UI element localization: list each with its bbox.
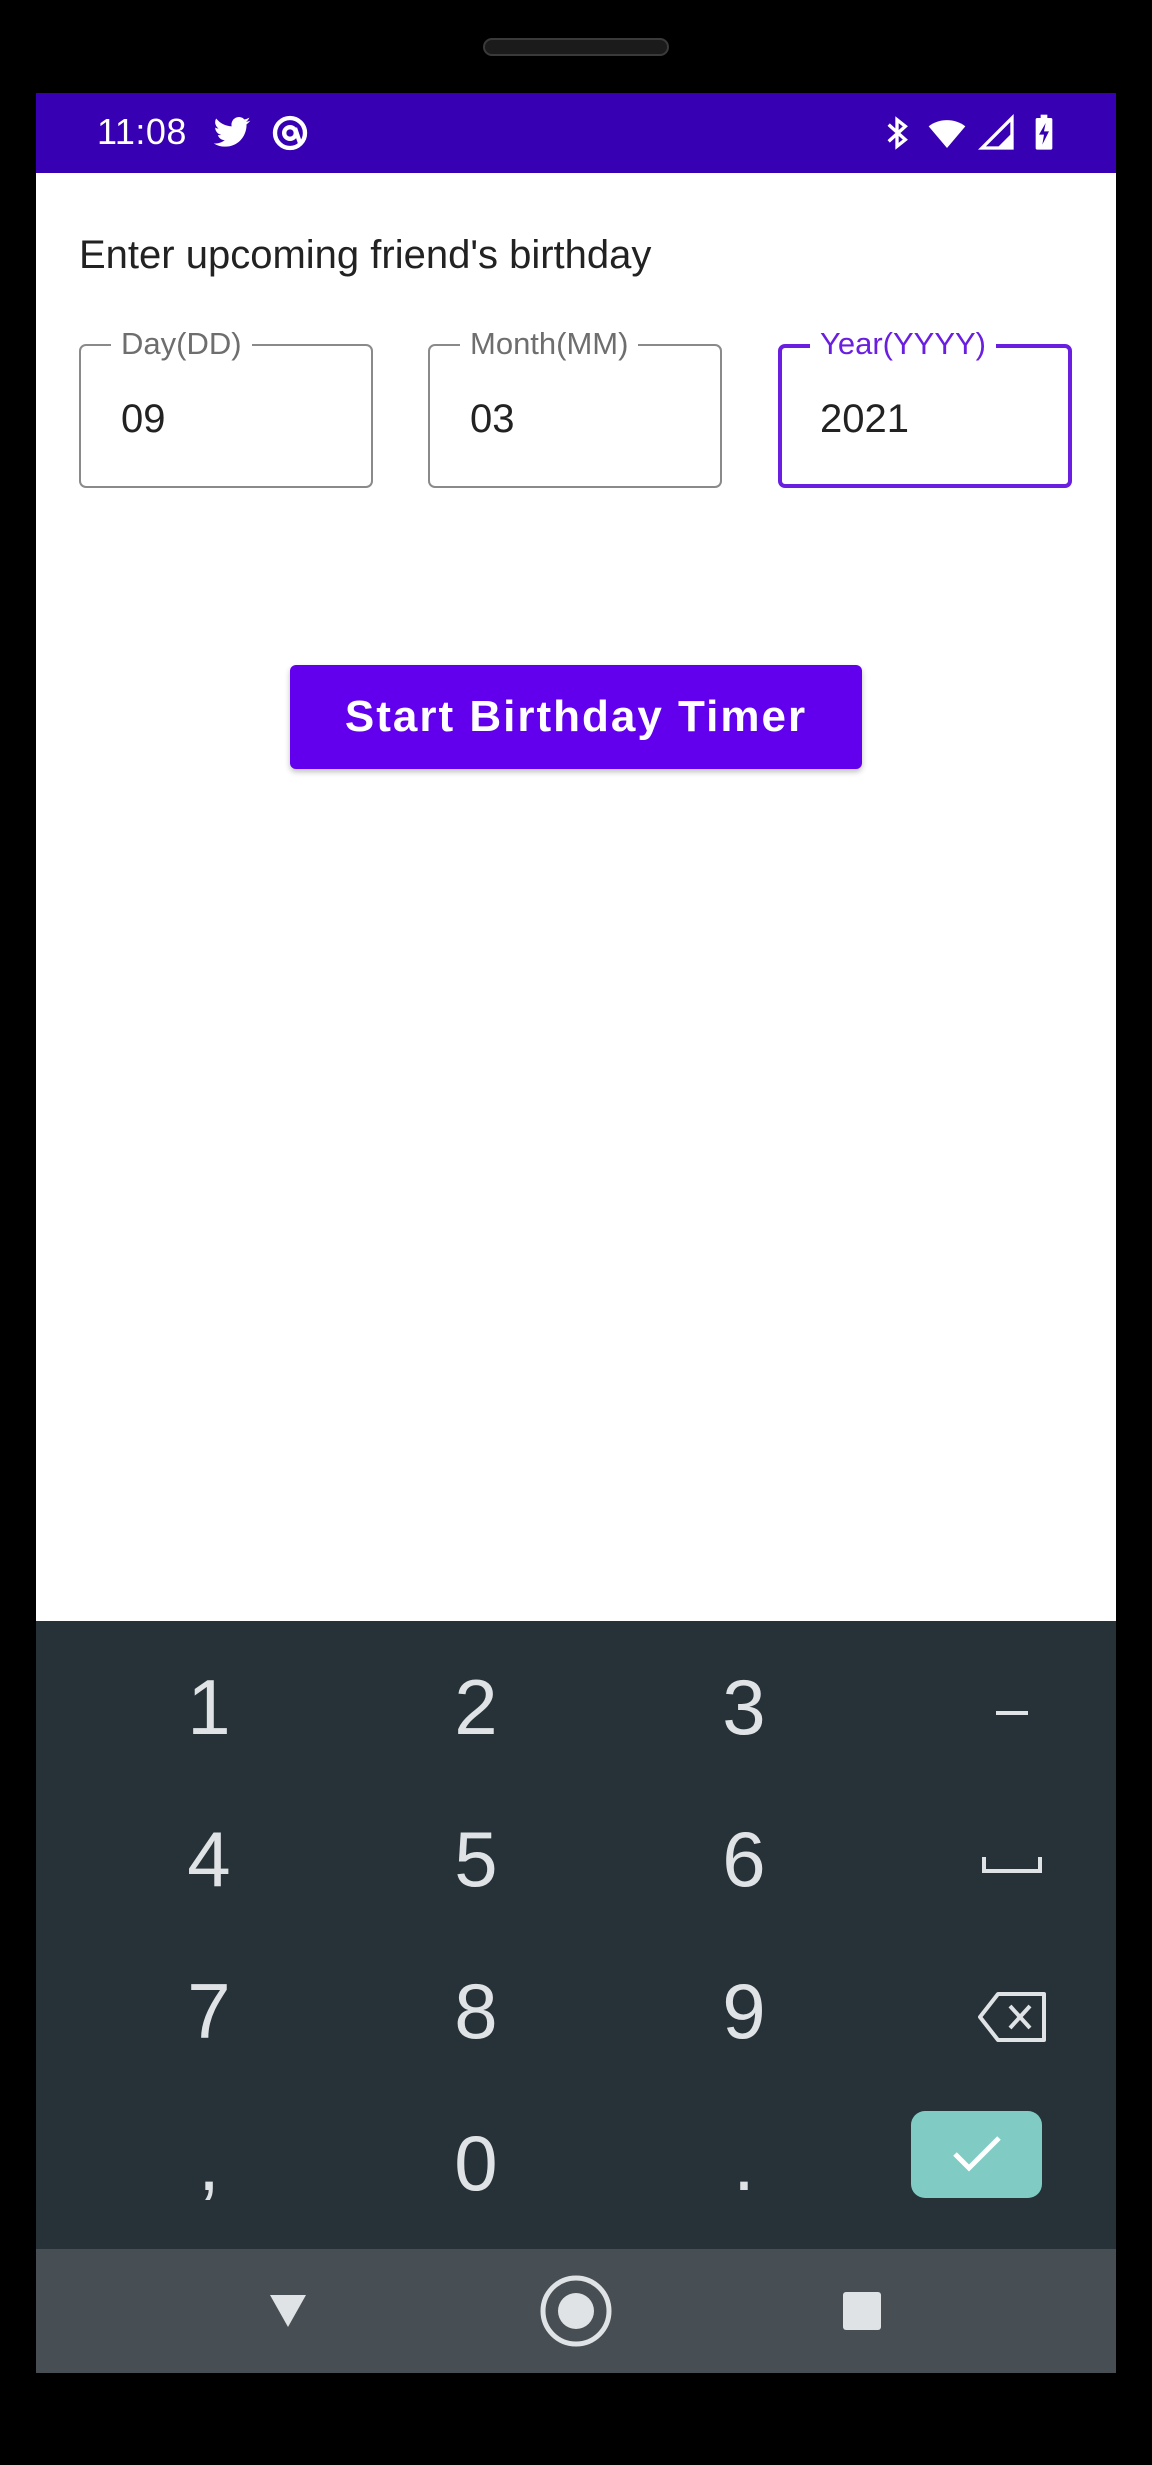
key-done[interactable] <box>911 2111 1042 2198</box>
day-field-value: 09 <box>121 397 166 441</box>
start-birthday-timer-button[interactable]: Start Birthday Timer <box>290 665 862 769</box>
key-backspace[interactable] <box>878 1935 1116 2087</box>
day-field[interactable]: Day(DD) 09 <box>79 326 373 488</box>
year-field-label: Year(YYYY) <box>810 326 996 362</box>
speaker-grille <box>483 38 669 56</box>
status-time: 11:08 <box>97 111 187 152</box>
key-8[interactable]: 8 <box>342 1935 610 2087</box>
home-icon[interactable] <box>536 2271 616 2351</box>
key-comma[interactable]: , <box>75 2087 343 2239</box>
day-field-label: Day(DD) <box>111 326 252 362</box>
battery-charging-icon <box>1035 114 1053 150</box>
key-9[interactable]: 9 <box>610 1935 878 2087</box>
key-minus[interactable] <box>878 1631 1116 1783</box>
year-field-value: 2021 <box>820 397 909 441</box>
screen: 11:08 Enter upcoming friend's birthday D… <box>36 93 1116 2373</box>
key-7[interactable]: 7 <box>75 1935 343 2087</box>
checkmark-icon <box>953 2136 1001 2172</box>
prompt-text: Enter upcoming friend's birthday <box>79 233 652 277</box>
year-field[interactable]: Year(YYYY) 2021 <box>778 326 1072 488</box>
back-icon[interactable] <box>248 2271 328 2351</box>
at-sign-icon <box>272 115 308 151</box>
key-1[interactable]: 1 <box>75 1631 343 1783</box>
key-6[interactable]: 6 <box>610 1783 878 1935</box>
key-2[interactable]: 2 <box>342 1631 610 1783</box>
key-3[interactable]: 3 <box>610 1631 878 1783</box>
key-4[interactable]: 4 <box>75 1783 343 1935</box>
wifi-icon <box>928 120 966 148</box>
backspace-icon <box>978 1992 1046 2043</box>
month-field-value: 03 <box>470 397 515 441</box>
recents-icon[interactable] <box>822 2271 902 2351</box>
key-period[interactable]: . <box>610 2087 878 2239</box>
twitter-icon <box>213 117 251 147</box>
navigation-bar <box>36 2249 1116 2373</box>
numeric-keyboard: 1 2 3 4 5 6 7 8 9 , 0 . <box>36 1621 1116 2249</box>
minus-icon <box>996 1711 1028 1716</box>
key-0[interactable]: 0 <box>342 2087 610 2239</box>
month-field-label: Month(MM) <box>460 326 639 362</box>
signal-icon <box>977 113 1014 150</box>
status-bar: 11:08 <box>36 93 1116 173</box>
bluetooth-icon <box>887 116 908 150</box>
month-field[interactable]: Month(MM) 03 <box>428 326 722 488</box>
key-space[interactable] <box>878 1783 1116 1935</box>
phone-frame: 11:08 Enter upcoming friend's birthday D… <box>0 0 1152 2465</box>
space-icon <box>982 1857 1042 1874</box>
key-5[interactable]: 5 <box>342 1783 610 1935</box>
